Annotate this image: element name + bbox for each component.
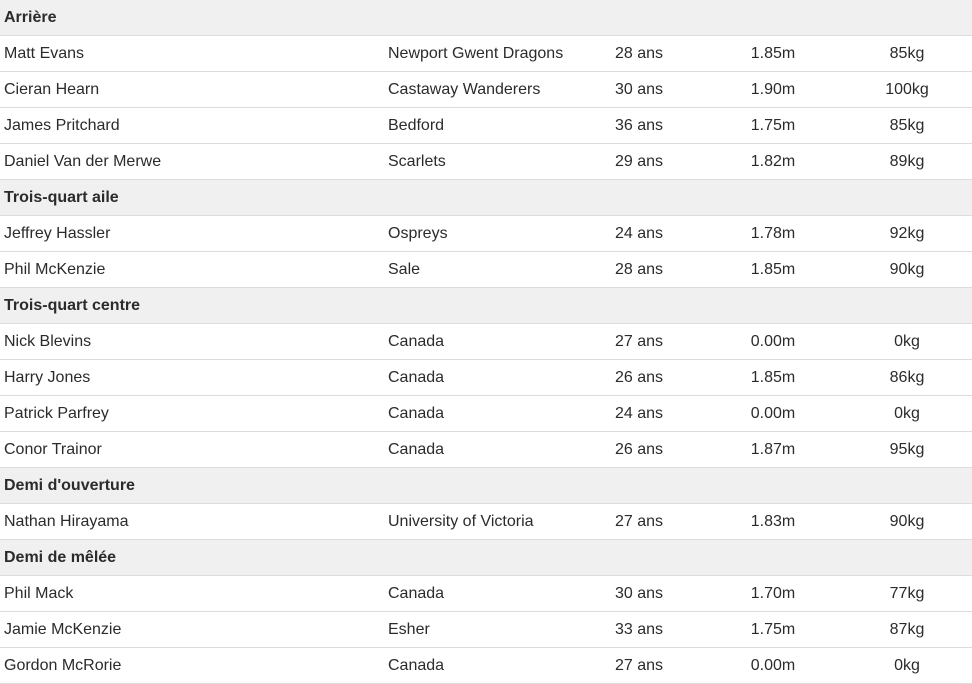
player-row: Phil McKenzie Sale 28 ans 1.85m 90kg [0, 252, 972, 288]
player-name: Gordon McRorie [4, 656, 122, 674]
player-row: Jeffrey Hassler Ospreys 24 ans 1.78m 92kg [0, 216, 972, 252]
player-club: Canada [388, 584, 445, 602]
player-row: Phil Mack Canada 30 ans 1.70m 77kg [0, 576, 972, 612]
player-club: Canada [388, 404, 445, 422]
player-age: 27 ans [614, 512, 664, 530]
player-weight: 87kg [889, 620, 925, 638]
player-club: Castaway Wanderers [388, 80, 541, 98]
player-row: Daniel Van der Merwe Scarlets 29 ans 1.82m 8… [0, 144, 972, 180]
roster-table: Arrière Matt Evans Newport Gwent Dragons 28… [0, 0, 972, 684]
player-age: 28 ans [614, 44, 664, 62]
player-age: 33 ans [614, 620, 664, 638]
player-age: 27 ans [614, 656, 664, 674]
player-weight: 77kg [889, 584, 925, 602]
player-row: Jamie McKenzie Esher 33 ans 1.75m 87kg [0, 612, 972, 648]
position-group-title: Trois-quart centre [4, 296, 141, 314]
player-weight: 89kg [889, 152, 925, 170]
player-row: Harry Jones Canada 26 ans 1.85m 86kg [0, 360, 972, 396]
player-weight: 0kg [894, 332, 920, 350]
player-name: James Pritchard [4, 116, 120, 134]
player-weight: 100kg [885, 80, 929, 98]
player-club: University of Victoria [388, 512, 534, 530]
player-height: 0.00m [750, 404, 796, 422]
position-group-title: Demi de mêlée [4, 548, 117, 566]
player-club: Bedford [388, 116, 445, 134]
player-row: James Pritchard Bedford 36 ans 1.75m 85kg [0, 108, 972, 144]
player-name: Phil McKenzie [4, 260, 106, 278]
position-group-header: Demi d'ouverture [0, 468, 972, 504]
player-height: 1.87m [750, 440, 796, 458]
player-name: Conor Trainor [4, 440, 102, 458]
player-weight: 90kg [889, 260, 925, 278]
player-row: Cieran Hearn Castaway Wanderers 30 ans 1.90… [0, 72, 972, 108]
player-height: 1.70m [750, 584, 796, 602]
player-name: Matt Evans [4, 44, 85, 62]
player-name: Cieran Hearn [4, 80, 100, 98]
player-row: Gordon McRorie Canada 27 ans 0.00m 0kg [0, 648, 972, 684]
player-club: Esher [388, 620, 430, 638]
player-height: 1.83m [750, 512, 796, 530]
player-club: Scarlets [388, 152, 446, 170]
player-weight: 92kg [889, 224, 925, 242]
player-row: Conor Trainor Canada 26 ans 1.87m 95kg [0, 432, 972, 468]
player-age: 26 ans [614, 440, 664, 458]
player-age: 26 ans [614, 368, 664, 386]
player-name: Jamie McKenzie [4, 620, 122, 638]
player-row: Nathan Hirayama University of Victoria 27 … [0, 504, 972, 540]
position-group-title: Arrière [4, 8, 57, 26]
player-height: 1.85m [750, 368, 796, 386]
position-group-title: Demi d'ouverture [4, 476, 135, 494]
player-club: Canada [388, 440, 445, 458]
player-name: Patrick Parfrey [4, 404, 109, 422]
player-row: Matt Evans Newport Gwent Dragons 28 ans 1.8… [0, 36, 972, 72]
player-weight: 0kg [894, 404, 920, 422]
player-club: Ospreys [388, 224, 448, 242]
position-group-title: Trois-quart aile [4, 188, 119, 206]
player-age: 30 ans [614, 80, 664, 98]
player-height: 1.85m [750, 260, 796, 278]
player-age: 24 ans [614, 224, 664, 242]
player-height: 1.82m [750, 152, 796, 170]
position-group-header: Arrière [0, 0, 972, 36]
player-weight: 85kg [889, 116, 925, 134]
player-club: Canada [388, 332, 445, 350]
player-age: 24 ans [614, 404, 664, 422]
position-group-header: Trois-quart centre [0, 288, 972, 324]
player-name: Phil Mack [4, 584, 74, 602]
player-age: 30 ans [614, 584, 664, 602]
player-height: 1.90m [750, 80, 796, 98]
player-weight: 85kg [889, 44, 925, 62]
player-age: 36 ans [614, 116, 664, 134]
player-height: 1.75m [750, 116, 796, 134]
player-name: Harry Jones [4, 368, 91, 386]
player-height: 1.78m [750, 224, 796, 242]
player-weight: 86kg [889, 368, 925, 386]
player-height: 0.00m [750, 656, 796, 674]
player-club: Canada [388, 656, 445, 674]
player-weight: 95kg [889, 440, 925, 458]
player-name: Nick Blevins [4, 332, 92, 350]
player-row: Patrick Parfrey Canada 24 ans 0.00m 0kg [0, 396, 972, 432]
position-group-header: Trois-quart aile [0, 180, 972, 216]
player-club: Sale [388, 260, 421, 278]
player-club: Canada [388, 368, 445, 386]
player-weight: 90kg [889, 512, 925, 530]
player-name: Nathan Hirayama [4, 512, 129, 530]
player-height: 1.85m [750, 44, 796, 62]
player-height: 1.75m [750, 620, 796, 638]
player-height: 0.00m [750, 332, 796, 350]
player-name: Daniel Van der Merwe [4, 152, 162, 170]
player-age: 28 ans [614, 260, 664, 278]
player-age: 27 ans [614, 332, 664, 350]
player-club: Newport Gwent Dragons [388, 44, 564, 62]
player-name: Jeffrey Hassler [4, 224, 111, 242]
player-row: Nick Blevins Canada 27 ans 0.00m 0kg [0, 324, 972, 360]
position-group-header: Demi de mêlée [0, 540, 972, 576]
player-age: 29 ans [614, 152, 664, 170]
player-weight: 0kg [894, 656, 920, 674]
